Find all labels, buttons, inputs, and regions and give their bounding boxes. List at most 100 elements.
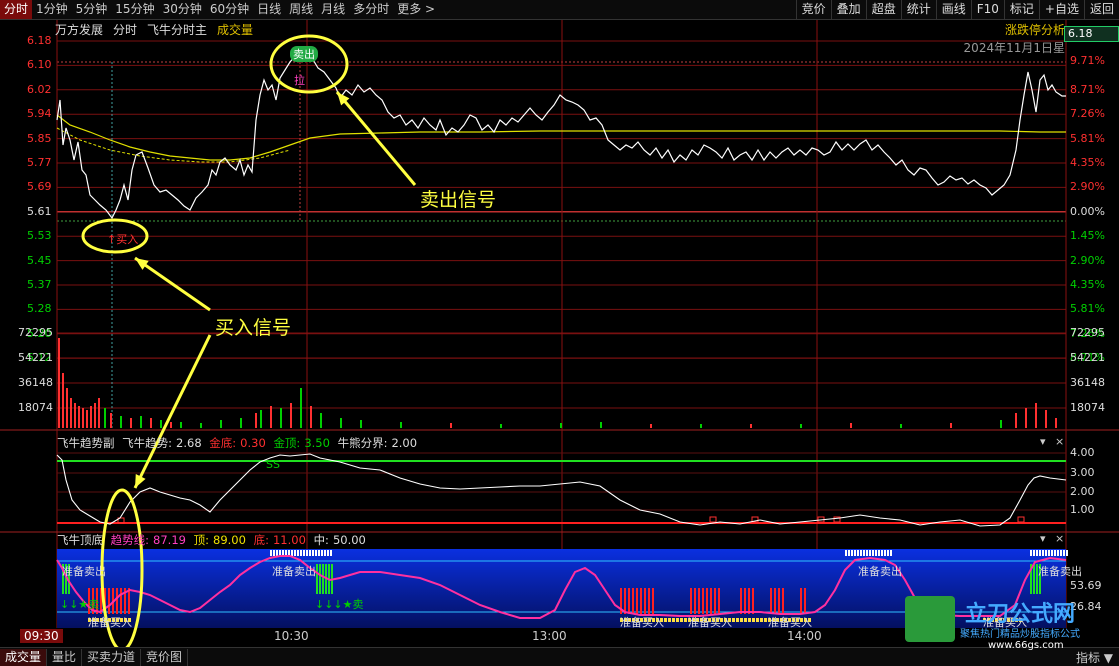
buy-bar xyxy=(108,588,110,614)
price-tick: 6.18 xyxy=(27,34,52,47)
buy-bar xyxy=(782,588,784,614)
sell-signal-tag: 卖出 xyxy=(290,46,318,62)
price-tick: 6.02 xyxy=(27,82,52,96)
top-zone-dot xyxy=(294,550,296,556)
prepare-buy-label-1: 准备买入 xyxy=(88,616,132,629)
sub2-close-icon[interactable]: × xyxy=(1055,532,1064,545)
volume-bar xyxy=(170,422,172,428)
tab-volume[interactable]: 成交量 xyxy=(0,648,48,666)
sub1-close-icon[interactable]: × xyxy=(1055,435,1064,448)
volume-bar xyxy=(560,423,562,428)
top-zone-dot xyxy=(863,550,865,556)
buy-signal-annotation: 买入信号 xyxy=(215,317,292,339)
volume-bar xyxy=(270,406,272,428)
sub1-collapse-icon[interactable]: ▾ xyxy=(1040,435,1046,448)
sub1-gold-bottom-value: 0.30 xyxy=(240,436,266,450)
limit-analysis-link[interactable]: 涨跌停分析 xyxy=(1005,21,1065,38)
buy-bar xyxy=(702,588,704,614)
sub1-ss-marker: SS xyxy=(266,458,280,471)
top-zone-dot xyxy=(270,550,272,556)
sub1-trend-value: 2.68 xyxy=(176,436,202,450)
bottom-zone-dot xyxy=(736,618,739,622)
top-zone-dot xyxy=(860,550,862,556)
sub2-name[interactable]: 飞牛顶底 xyxy=(57,533,103,547)
sub2-collapse-icon[interactable]: ▾ xyxy=(1040,532,1046,545)
top-zone-dot xyxy=(330,550,332,556)
tab-volume-ratio[interactable]: 量比 xyxy=(47,648,83,666)
sell-bar xyxy=(322,564,324,594)
volume-tick: 18074 xyxy=(18,401,53,414)
percent-tick: 2.90% xyxy=(1070,180,1105,194)
volume-bar xyxy=(1025,408,1027,428)
volume-bar xyxy=(310,406,312,428)
top-zone-dot xyxy=(1045,550,1047,556)
volume-bar xyxy=(800,424,802,428)
volume-tick: 36148 xyxy=(18,376,53,389)
sub2-top-value: 89.00 xyxy=(213,533,246,547)
volume-bar xyxy=(160,420,162,428)
percent-tick: 4.35% xyxy=(1070,156,1105,169)
top-zone-dot xyxy=(291,550,293,556)
prepare-buy-label-2: 准备买入 xyxy=(620,616,664,629)
prepare-buy-label-3: 准备买入 xyxy=(688,616,732,629)
price-tick: 5.94 xyxy=(27,107,52,121)
sub2-mid-value: 50.00 xyxy=(332,533,366,547)
top-zone-dot xyxy=(312,550,314,556)
price-tick: 5.45 xyxy=(27,253,52,267)
top-zone-dot xyxy=(878,550,880,556)
sub2-top-label: 顶: xyxy=(193,533,209,547)
watermark-title: 立刀公式网 xyxy=(965,602,1076,627)
top-zone-dot xyxy=(854,550,856,556)
top-bottom-indicator-title: 飞牛顶底 趋势线: 87.19 顶: 89.00 底: 11.00 中: 50.00 xyxy=(57,532,370,548)
volume-bar xyxy=(220,420,222,428)
volume-bar xyxy=(950,423,952,428)
volume-bar xyxy=(360,420,362,428)
percent-tick: 9.71% xyxy=(1070,54,1105,67)
sub1-tick: 3.00 xyxy=(1070,466,1095,479)
top-zone-dot xyxy=(306,550,308,556)
tab-auction-chart[interactable]: 竞价图 xyxy=(141,648,189,666)
top-zone-dot xyxy=(884,550,886,556)
volume-bar xyxy=(260,410,262,428)
volume-tick-right: 54221 xyxy=(1070,351,1105,364)
buy-bar xyxy=(774,588,776,614)
volume-tick-right: 36148 xyxy=(1070,376,1105,389)
sub2-bottom-value: 11.00 xyxy=(272,533,306,547)
bottom-zone-dot xyxy=(752,618,755,622)
bottom-zone-dot xyxy=(732,618,735,622)
top-zone-dot xyxy=(845,550,847,556)
volume-tick: 54221 xyxy=(18,351,53,364)
buy-bar xyxy=(706,588,708,614)
volume-bar xyxy=(62,373,64,428)
sell-signal-annotation: 卖出信号 xyxy=(420,189,497,211)
volume-bar xyxy=(120,416,122,428)
volume-bar xyxy=(850,423,852,428)
percent-tick: 4.35% xyxy=(1070,278,1105,291)
sub1-gold-bottom-label: 金底: xyxy=(209,436,237,450)
volume-bar xyxy=(130,418,132,428)
sub1-signal-box xyxy=(709,516,717,523)
bottom-zone-dot xyxy=(680,618,683,622)
volume-bar xyxy=(70,398,72,428)
price-tick: 5.77 xyxy=(27,156,52,169)
trend-indicator-title: 飞牛趋势副 飞牛趋势: 2.68 金底: 0.30 金顶: 3.50 牛熊分界: 2.0… xyxy=(57,435,421,451)
main-indicator-name[interactable]: 飞牛分时主 xyxy=(147,21,207,38)
buy-bar xyxy=(740,588,742,614)
bottom-zone-dot xyxy=(748,618,751,622)
volume-bar xyxy=(82,408,84,428)
indicator-menu-button[interactable]: 指标 ▼ xyxy=(1076,649,1113,666)
tab-buy-sell-force[interactable]: 买卖力道 xyxy=(82,648,142,666)
percent-tick: 5.81% xyxy=(1070,131,1105,145)
volume-bar xyxy=(900,424,902,428)
volume-bar xyxy=(240,418,242,428)
buy-bar xyxy=(652,588,654,614)
buy-bar xyxy=(644,588,646,614)
intraday-chart[interactable] xyxy=(0,0,1119,665)
buy-bar xyxy=(632,588,634,614)
sub1-name[interactable]: 飞牛趋势副 xyxy=(57,436,115,450)
sub2-axis-tick-1: 53.69 xyxy=(1070,579,1102,592)
volume-bar xyxy=(78,406,80,428)
time-start: 09:30 xyxy=(20,629,63,643)
sell-bar xyxy=(316,564,318,594)
bottom-indicator-tabs: 成交量 量比 买卖力道 竞价图 xyxy=(0,647,1119,666)
